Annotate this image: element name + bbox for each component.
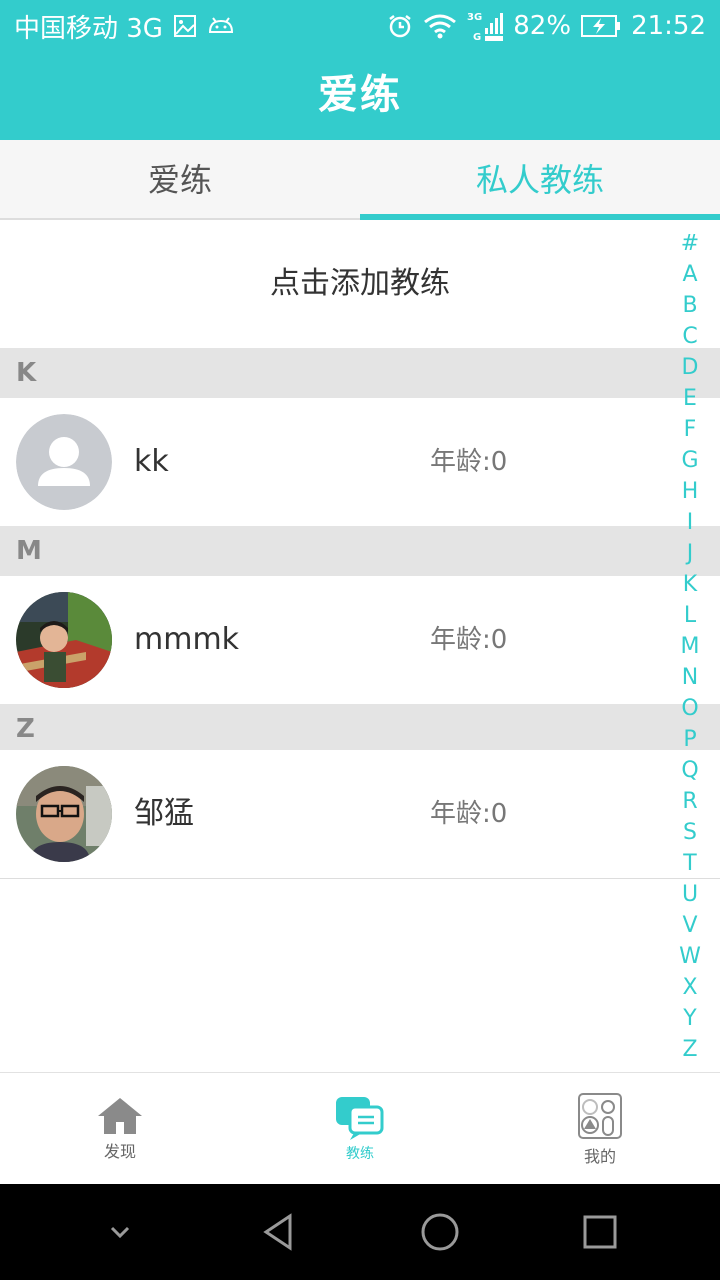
index-letter[interactable]: T [672, 848, 708, 879]
recent-apps-icon[interactable] [580, 1212, 620, 1252]
index-letter[interactable]: L [672, 600, 708, 631]
chevron-down-icon[interactable] [100, 1212, 140, 1252]
coach-age: 年龄:0 [430, 447, 508, 477]
section-header-m: M [0, 526, 720, 576]
section-header-k: K [0, 348, 720, 398]
avatar-photo [16, 592, 112, 688]
carrier-label: 中国移动 3G [14, 13, 163, 44]
add-coach-button[interactable]: 点击添加教练 [0, 220, 720, 348]
app-header: 中国移动 3G 3G G 82% 21:52 爱练 [0, 0, 720, 140]
index-letter[interactable]: Y [672, 1003, 708, 1034]
index-letter[interactable]: J [672, 538, 708, 569]
alphabet-index-bar[interactable]: # A B C D E F G H I J K L M N O P Q R S T U V W X Y Z [672, 228, 708, 1065]
clock: 21:52 [631, 11, 706, 41]
index-letter[interactable]: I [672, 507, 708, 538]
back-icon[interactable] [260, 1212, 300, 1252]
index-letter[interactable]: H [672, 476, 708, 507]
chat-icon [336, 1096, 384, 1140]
signal-icon: 3G G [467, 10, 504, 42]
index-letter[interactable]: K [672, 569, 708, 600]
home-icon [98, 1097, 142, 1134]
wifi-icon [423, 13, 457, 39]
index-letter[interactable]: R [672, 786, 708, 817]
android-icon [207, 16, 235, 36]
svg-text:3G: 3G [467, 12, 482, 23]
index-letter[interactable]: X [672, 972, 708, 1003]
tab-bar: 爱练 私人教练 [0, 140, 720, 220]
index-letter[interactable]: D [672, 352, 708, 383]
alarm-icon [387, 13, 413, 39]
coach-age: 年龄:0 [430, 799, 508, 829]
battery-percent: 82% [513, 11, 572, 41]
svg-text:G: G [473, 32, 481, 42]
avatar [16, 414, 112, 510]
page-title: 爱练 [318, 72, 402, 118]
nav-profile-label: 我的 [583, 1146, 616, 1166]
list-divider [0, 878, 720, 879]
nav-discover-label: 发现 [103, 1141, 136, 1161]
nav-coach-label: 教练 [346, 1145, 374, 1162]
avatar [16, 592, 112, 688]
index-letter[interactable]: V [672, 910, 708, 941]
coach-age: 年龄:0 [430, 625, 508, 655]
tab-private-coach[interactable]: 私人教练 [360, 140, 720, 220]
index-letter[interactable]: # [672, 228, 708, 259]
coach-name: kk [134, 444, 169, 479]
index-letter[interactable]: Q [672, 755, 708, 786]
avatar [16, 766, 112, 862]
profile-icon [578, 1092, 622, 1139]
list-item[interactable]: 邹猛 年龄:0 [0, 750, 720, 878]
default-avatar-icon [16, 414, 112, 510]
nav-coach[interactable]: 教练 [240, 1073, 480, 1184]
index-letter[interactable]: A [672, 259, 708, 290]
index-letter[interactable]: O [672, 693, 708, 724]
index-letter[interactable]: M [672, 631, 708, 662]
status-bar: 中国移动 3G 3G G 82% 21:52 [0, 0, 720, 52]
index-letter[interactable]: S [672, 817, 708, 848]
bottom-nav: 发现 教练 我的 [0, 1072, 720, 1184]
index-letter[interactable]: F [672, 414, 708, 445]
nav-discover[interactable]: 发现 [0, 1073, 240, 1184]
nav-profile[interactable]: 我的 [480, 1073, 720, 1184]
coach-name: mmmk [134, 622, 240, 657]
home-button-icon[interactable] [420, 1212, 460, 1252]
coach-name: 邹猛 [134, 796, 194, 831]
list-item[interactable]: mmmk 年龄:0 [0, 576, 720, 704]
index-letter[interactable]: W [672, 941, 708, 972]
list-item[interactable]: kk 年龄:0 [0, 398, 720, 526]
index-letter[interactable]: U [672, 879, 708, 910]
battery-charging-icon [581, 14, 621, 38]
index-letter[interactable]: B [672, 290, 708, 321]
image-notification-icon [173, 14, 197, 38]
tab-ailian[interactable]: 爱练 [0, 140, 360, 218]
index-letter[interactable]: N [672, 662, 708, 693]
index-letter[interactable]: G [672, 445, 708, 476]
index-letter[interactable]: Z [672, 1034, 708, 1065]
section-header-z: Z [0, 704, 720, 754]
index-letter[interactable]: C [672, 321, 708, 352]
system-nav-bar [0, 1184, 720, 1280]
index-letter[interactable]: E [672, 383, 708, 414]
index-letter[interactable]: P [672, 724, 708, 755]
avatar-photo [16, 766, 112, 862]
